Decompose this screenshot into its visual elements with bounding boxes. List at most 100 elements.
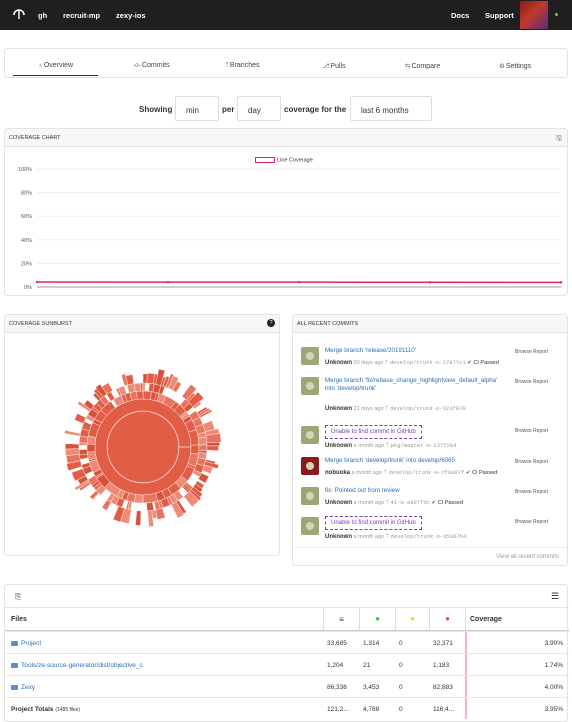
author-avatar[interactable] [301, 517, 319, 535]
sunburst-segment[interactable] [190, 444, 200, 455]
support-link[interactable]: Support [485, 11, 514, 20]
coverage-sunburst-chart[interactable] [5, 333, 279, 555]
commit-message-link[interactable]: Merge branch 'release/20191110' [325, 347, 505, 355]
data-point[interactable] [166, 280, 170, 284]
sunburst-segment[interactable] [78, 449, 88, 456]
sunburst-segment[interactable] [206, 442, 220, 447]
tab-compare[interactable]: ⇆Compare [405, 62, 440, 70]
docs-link[interactable]: Docs [451, 11, 469, 20]
file-link[interactable]: Project [11, 640, 41, 647]
check-icon: ✔ [465, 470, 471, 476]
sunburst-segment[interactable] [136, 390, 144, 400]
commit-sha[interactable]: cf0a97f [441, 469, 464, 476]
commit-branch[interactable]: pkg/master [390, 442, 423, 449]
author-avatar[interactable] [301, 347, 319, 365]
sunburst-segment[interactable] [126, 383, 136, 394]
coverage-cell: 1.74% [544, 662, 563, 669]
file-link[interactable]: Tools/ze-source-generator/dist/objective… [11, 662, 143, 669]
misses-cell: 1,183 [433, 662, 450, 669]
per-label: per [222, 105, 235, 114]
browse-report-link[interactable]: Browse Report [515, 349, 548, 355]
sunburst-segment[interactable] [198, 436, 208, 446]
tab-pulls[interactable]: ⎇Pulls [322, 62, 346, 70]
lines-column-icon[interactable]: ≡ [323, 608, 359, 632]
browse-report-link[interactable]: Browse Report [515, 379, 548, 385]
commit-branch[interactable]: develop/trunk [390, 533, 433, 540]
commit-branch[interactable]: develop/trunk [388, 469, 431, 476]
misses-column-icon[interactable]: ● [429, 608, 465, 632]
browse-report-link[interactable]: Browse Report [515, 519, 548, 525]
range-select[interactable]: last 6 months [350, 96, 432, 121]
sunburst-segment[interactable] [146, 501, 154, 512]
user-avatar[interactable] [520, 1, 558, 29]
author-avatar[interactable] [301, 457, 319, 475]
files-header[interactable]: Files [11, 616, 27, 623]
sunburst-segment[interactable] [65, 443, 80, 450]
commit-branch[interactable]: 41 [390, 499, 397, 506]
view-all-commits-link[interactable]: View all recent commits [496, 554, 559, 560]
author-avatar[interactable] [301, 487, 319, 505]
sunburst-root-segment[interactable] [106, 410, 180, 484]
data-point[interactable] [35, 280, 39, 284]
commit-sha[interactable]: 323f870 [443, 405, 466, 412]
period-select[interactable]: day [237, 96, 281, 121]
tab-overview[interactable]: ♁Overview [13, 62, 98, 76]
tab-branches[interactable]: ᛘBranches [225, 62, 259, 69]
sunburst-segment[interactable] [86, 443, 96, 453]
stat-select[interactable]: min [175, 96, 219, 121]
data-point[interactable] [297, 280, 301, 284]
codecov-logo-icon[interactable] [12, 7, 26, 21]
commit-author: Unknown [325, 406, 352, 412]
files-table: ⎘ ☰ Files ≡ ● ● ● Coverage Project 33,685… [4, 584, 569, 722]
nav-repo-link[interactable]: zexy-ios [116, 11, 146, 20]
help-icon[interactable]: ? [267, 319, 275, 327]
data-point[interactable] [559, 281, 563, 284]
commit-message-link[interactable]: fix: Pointed out from review [325, 487, 505, 495]
commit-branch[interactable]: develop/trunk [390, 405, 433, 412]
author-avatar[interactable] [301, 426, 319, 444]
partials-column-icon[interactable]: ● [395, 608, 429, 632]
tab-settings[interactable]: ⚙Settings [499, 62, 531, 70]
sunburst-segment[interactable] [140, 382, 144, 392]
sunburst-segment[interactable] [64, 430, 81, 437]
branch-icon: ᛘ [385, 500, 389, 506]
commit-sha[interactable]: d5367b4 [443, 533, 466, 540]
misses-cell: 116,4... [433, 706, 455, 713]
sunburst-segment[interactable] [133, 382, 142, 392]
browse-report-link[interactable]: Browse Report [515, 459, 548, 465]
sunburst-segment[interactable] [142, 390, 152, 400]
hits-column-icon[interactable]: ● [359, 608, 395, 632]
coverage-filter-bar: Showing min per day coverage for the las… [0, 96, 572, 122]
copy-icon[interactable]: ⎘ [15, 592, 21, 602]
commit-message-link[interactable]: Merge branch 'fix/rebase_change_highligh… [325, 377, 505, 393]
sunburst-segment[interactable] [89, 490, 100, 500]
commit-sha[interactable]: 27877c1 [443, 359, 466, 366]
sunburst-segment[interactable] [206, 445, 219, 451]
sunburst-segment[interactable] [142, 382, 146, 392]
coverage-bar [465, 676, 467, 697]
tab-commits[interactable]: -o-Commits [133, 62, 170, 69]
menu-icon[interactable]: ☰ [551, 591, 559, 602]
sunburst-segment[interactable] [134, 494, 144, 504]
sunburst-segment[interactable] [198, 444, 208, 452]
commit-sha[interactable]: 137f284 [433, 442, 456, 449]
author-avatar[interactable] [301, 377, 319, 395]
sunburst-panel: COVERAGE SUNBURST ? [4, 314, 280, 556]
repo-tabs: ♁Overview -o-Commits ᛘBranches ⎇Pulls ⇆C… [4, 48, 568, 78]
save-icon[interactable]: 🖫 [556, 134, 562, 145]
coverage-header[interactable]: Coverage [465, 608, 569, 632]
data-point[interactable] [428, 281, 432, 284]
file-link[interactable]: Zexy [11, 684, 35, 691]
browse-report-link[interactable]: Browse Report [515, 489, 548, 495]
nav-org-link[interactable]: recruit-mp [63, 11, 100, 20]
commit-sha[interactable]: ad97fdc [407, 499, 430, 506]
sunburst-segment[interactable] [74, 413, 87, 424]
commit-icon: -o- [133, 62, 141, 69]
commit-message-link[interactable]: Merge branch 'develop/trunk' into develo… [325, 457, 505, 465]
sunburst-segment[interactable] [101, 499, 112, 511]
browse-report-link[interactable]: Browse Report [515, 428, 548, 434]
nav-owner-link[interactable]: gh [38, 11, 47, 20]
sunburst-segment[interactable] [135, 510, 142, 526]
commit-branch[interactable]: develop/trunk [390, 359, 433, 366]
table-row: Zexy 86,336 3,453 0 82,883 4.00% [5, 675, 569, 697]
